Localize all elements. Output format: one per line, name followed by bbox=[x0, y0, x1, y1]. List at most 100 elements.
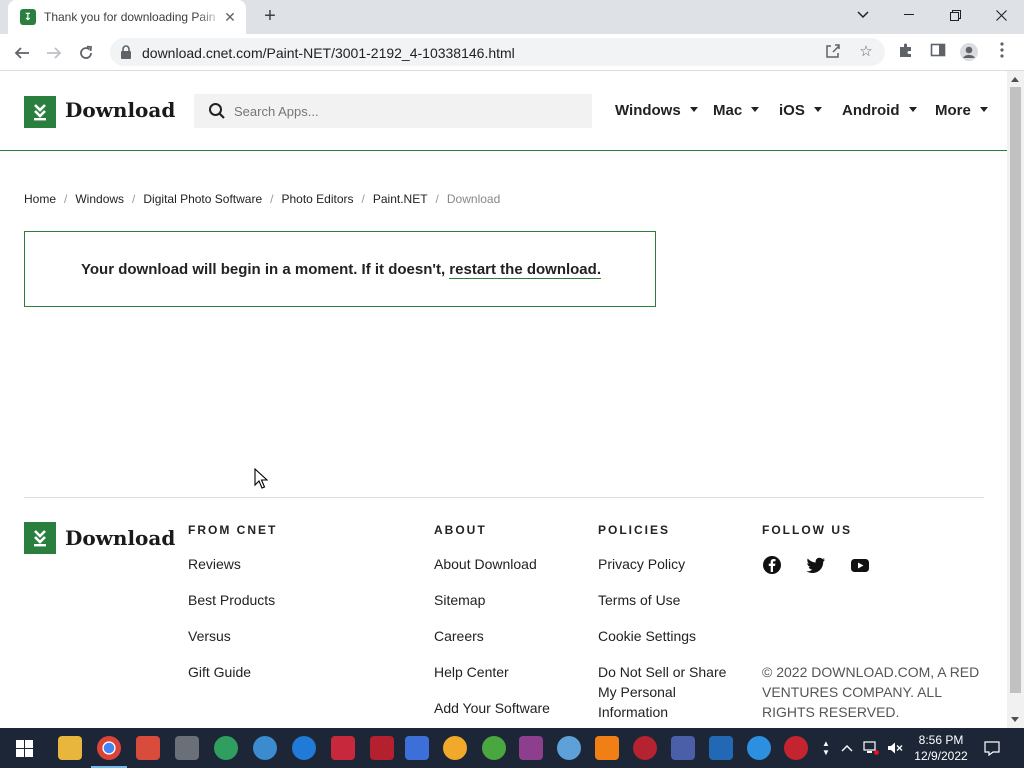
breadcrumb-digital-photo-software[interactable]: Digital Photo Software bbox=[143, 192, 262, 206]
restore-button[interactable] bbox=[932, 0, 978, 30]
scrollbar-thumb[interactable] bbox=[1010, 87, 1021, 693]
breadcrumb-separator: / bbox=[435, 192, 439, 206]
clock-time: 8:56 PM bbox=[918, 733, 964, 747]
breadcrumb-separator: / bbox=[361, 192, 365, 206]
lock-icon bbox=[121, 45, 131, 59]
extensions-puzzle-icon[interactable] bbox=[895, 42, 917, 64]
nav-windows[interactable]: Windows bbox=[615, 102, 698, 119]
footer-link-versus[interactable]: Versus bbox=[188, 628, 231, 644]
footer-logo-text[interactable]: Download bbox=[65, 526, 175, 550]
restart-download-link[interactable]: restart the download. bbox=[449, 261, 601, 279]
youtube-icon[interactable] bbox=[850, 555, 870, 575]
reload-icon[interactable] bbox=[73, 40, 99, 66]
footer-link-gift-guide[interactable]: Gift Guide bbox=[188, 664, 251, 680]
forward-arrow-icon[interactable] bbox=[41, 40, 67, 66]
code-app-icon[interactable] bbox=[671, 736, 695, 760]
footer-link-sitemap[interactable]: Sitemap bbox=[434, 592, 485, 608]
footer-download-logo-icon[interactable] bbox=[24, 522, 56, 554]
browser-app-icon[interactable] bbox=[443, 736, 467, 760]
chevron-down-icon bbox=[908, 106, 917, 112]
profile-avatar-icon[interactable] bbox=[958, 42, 980, 64]
facebook-icon[interactable] bbox=[762, 555, 782, 575]
c-app-icon[interactable] bbox=[292, 736, 316, 760]
browser-tab[interactable]: ↧ Thank you for downloading Pain ✕ bbox=[8, 0, 246, 34]
k-app-icon[interactable] bbox=[557, 736, 581, 760]
network-icon[interactable] bbox=[860, 728, 882, 768]
taskbar-scroll-icon[interactable]: ▲ ▼ bbox=[820, 728, 832, 768]
back-arrow-icon[interactable] bbox=[9, 40, 35, 66]
footer-link-do-not-sell[interactable]: Do Not Sell or Share bbox=[598, 664, 726, 680]
breadcrumb-windows[interactable]: Windows bbox=[75, 192, 124, 206]
breadcrumb-home[interactable]: Home bbox=[24, 192, 56, 206]
chevron-down-icon bbox=[979, 106, 988, 112]
address-bar[interactable]: download.cnet.com/Paint-NET/3001-2192_4-… bbox=[110, 38, 885, 66]
utorrent-icon[interactable] bbox=[482, 736, 506, 760]
footer-link-privacy-policy[interactable]: Privacy Policy bbox=[598, 556, 685, 572]
screen-recorder-icon[interactable] bbox=[331, 736, 355, 760]
browser-menu-icon[interactable] bbox=[991, 42, 1013, 64]
bookmark-star-icon[interactable]: ☆ bbox=[857, 43, 875, 61]
minimize-button[interactable] bbox=[886, 0, 932, 30]
browser-toolbar: download.cnet.com/Paint-NET/3001-2192_4-… bbox=[0, 34, 1024, 71]
search-box[interactable] bbox=[194, 94, 592, 128]
mouse-cursor-icon bbox=[254, 468, 268, 489]
system-clock[interactable]: 8:56 PM 12/9/2022 bbox=[906, 732, 976, 764]
tab-close-icon[interactable]: ✕ bbox=[222, 9, 238, 25]
twitter-icon[interactable] bbox=[806, 555, 826, 575]
red-app-icon[interactable] bbox=[633, 736, 657, 760]
footer-link-do-not-sell-line3[interactable]: Information bbox=[598, 704, 668, 720]
e-app-icon[interactable] bbox=[709, 736, 733, 760]
nav-android-label: Android bbox=[842, 102, 900, 119]
start-button[interactable] bbox=[0, 728, 48, 768]
ccleaner-icon[interactable] bbox=[136, 736, 160, 760]
breadcrumb-paint-net[interactable]: Paint.NET bbox=[373, 192, 428, 206]
music-app-icon[interactable] bbox=[784, 736, 808, 760]
side-panel-icon[interactable] bbox=[927, 42, 949, 64]
footer-link-careers[interactable]: Careers bbox=[434, 628, 484, 644]
breadcrumb-photo-editors[interactable]: Photo Editors bbox=[281, 192, 353, 206]
share-icon[interactable] bbox=[824, 43, 842, 61]
footer-divider bbox=[24, 497, 984, 498]
nav-ios[interactable]: iOS bbox=[779, 102, 822, 119]
globe-app-icon[interactable] bbox=[253, 736, 277, 760]
nav-more[interactable]: More bbox=[935, 102, 988, 119]
winrar-icon[interactable] bbox=[519, 736, 543, 760]
breadcrumb-current: Download bbox=[446, 192, 501, 206]
nav-android[interactable]: Android bbox=[842, 102, 917, 119]
breadcrumb-separator: / bbox=[270, 192, 274, 206]
page-scrollbar[interactable] bbox=[1007, 71, 1024, 728]
file-explorer-icon[interactable] bbox=[58, 736, 82, 760]
show-hidden-icons-icon[interactable] bbox=[838, 728, 856, 768]
footer-link-cookie-settings[interactable]: Cookie Settings bbox=[598, 628, 696, 644]
tab-search-icon[interactable] bbox=[840, 0, 886, 30]
download-logo-icon[interactable] bbox=[24, 96, 56, 128]
new-tab-button[interactable]: + bbox=[258, 5, 282, 29]
u-app-icon[interactable] bbox=[214, 736, 238, 760]
moon-app-icon[interactable] bbox=[747, 736, 771, 760]
scroll-up-arrow-icon[interactable] bbox=[1011, 77, 1019, 82]
clock-date: 12/9/2022 bbox=[914, 749, 968, 763]
close-window-button[interactable] bbox=[978, 0, 1024, 30]
search-input[interactable] bbox=[234, 101, 574, 121]
scroll-down-arrow-icon[interactable] bbox=[1011, 717, 1019, 722]
chrome-icon[interactable] bbox=[91, 736, 127, 768]
vlc-icon[interactable] bbox=[595, 736, 619, 760]
p-app-icon[interactable] bbox=[405, 736, 429, 760]
footer-link-add-your-software[interactable]: Add Your Software bbox=[434, 700, 550, 716]
notice-message: Your download will begin in a moment. If… bbox=[81, 261, 450, 278]
nav-mac[interactable]: Mac bbox=[713, 102, 760, 119]
download-notice: Your download will begin in a moment. If… bbox=[24, 231, 656, 307]
footer-link-about-download[interactable]: About Download bbox=[434, 556, 537, 572]
volume-muted-icon[interactable] bbox=[884, 728, 906, 768]
notifications-icon[interactable] bbox=[980, 728, 1004, 768]
footer-link-do-not-sell-line2[interactable]: My Personal bbox=[598, 684, 676, 700]
site-logo-text[interactable]: Download bbox=[65, 98, 175, 122]
footer-link-reviews[interactable]: Reviews bbox=[188, 556, 241, 572]
settings-app-icon[interactable] bbox=[175, 736, 199, 760]
footer-link-help-center[interactable]: Help Center bbox=[434, 664, 509, 680]
footer-link-best-products[interactable]: Best Products bbox=[188, 592, 275, 608]
footer-heading-follow-us: FOLLOW US bbox=[762, 523, 852, 537]
breadcrumb: Home / Windows / Digital Photo Software / Phot… bbox=[24, 192, 500, 206]
video-editor-icon[interactable] bbox=[370, 736, 394, 760]
footer-link-terms-of-use[interactable]: Terms of Use bbox=[598, 592, 680, 608]
